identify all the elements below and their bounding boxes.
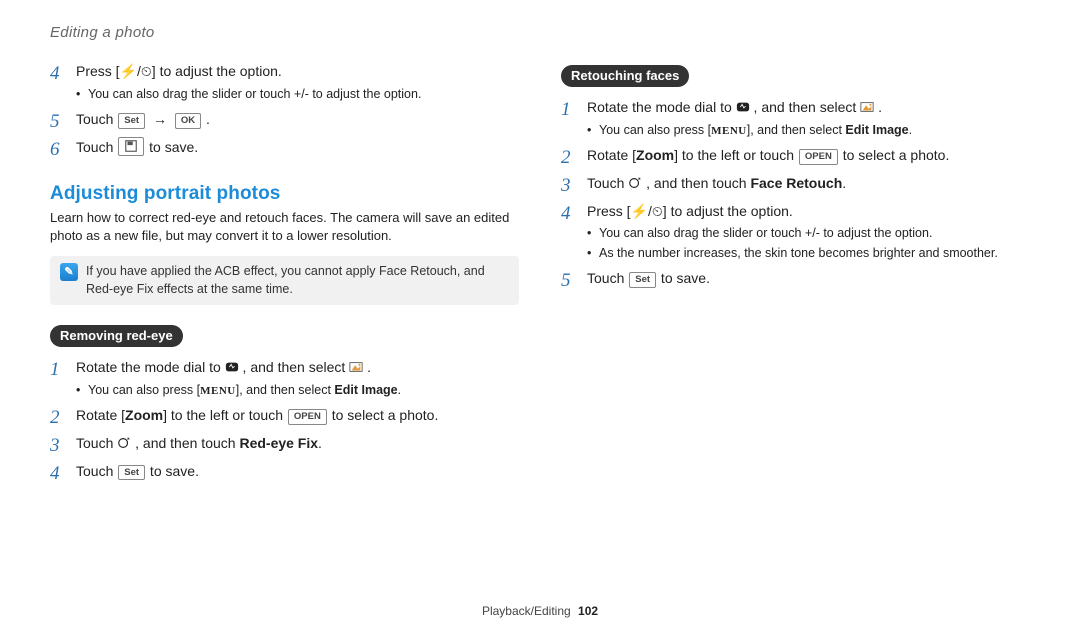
mode-dial-magic-icon [225, 360, 239, 374]
sub-text: You can also press [MENU], and then sele… [76, 382, 519, 400]
edit-image-icon [860, 100, 874, 114]
retouch-icon [628, 176, 642, 190]
sub-text: You can also drag the slider or touch +/… [587, 225, 1030, 243]
step-text: Press [⚡/⏲] to adjust the option. [76, 63, 282, 79]
open-button-icon: OPEN [799, 149, 838, 164]
step-post: . [206, 111, 210, 127]
sub-text: As the number increases, the skin tone b… [587, 245, 1030, 263]
ok-button-icon: OK [175, 113, 201, 128]
step: Touch , and then touch Face Retouch. [561, 173, 1030, 195]
section-heading: Adjusting portrait photos [50, 183, 519, 205]
step: Touch to save. [50, 137, 519, 159]
edit-image-icon [349, 360, 363, 374]
step: Press [⚡/⏲] to adjust the option. You ca… [50, 61, 519, 103]
set-button-icon: Set [118, 465, 145, 480]
set-button-icon: Set [629, 272, 656, 287]
step-pre: Touch [76, 111, 117, 127]
step: Rotate [Zoom] to the left or touch OPEN … [561, 145, 1030, 167]
step-pre: Touch [76, 139, 117, 155]
open-button-icon: OPEN [288, 409, 327, 424]
step: Rotate the mode dial to , and then selec… [561, 97, 1030, 139]
set-button-icon: Set [118, 113, 145, 128]
step-post: to save. [149, 139, 198, 155]
subsection-pill: Removing red-eye [50, 325, 183, 347]
step-pre: Rotate the mode dial to [76, 359, 225, 375]
step-text: Press [⚡/⏲] to adjust the option. [587, 203, 793, 219]
sub-text: You can also press [MENU], and then sele… [587, 122, 1030, 140]
section-intro: Learn how to correct red-eye and retouch… [50, 209, 519, 247]
note-box: ✎ If you have applied the ACB effect, yo… [50, 256, 519, 305]
note-icon: ✎ [60, 263, 78, 281]
step-post: . [367, 359, 371, 375]
page-header: Editing a photo [50, 24, 1030, 41]
step: Touch Set to save. [50, 461, 519, 483]
step: Touch Set to save. [561, 268, 1030, 290]
footer-section: Playback/Editing [482, 604, 571, 618]
step: Rotate the mode dial to , and then selec… [50, 357, 519, 399]
step: Touch , and then touch Red-eye Fix. [50, 433, 519, 455]
sub-text: You can also drag the slider or touch +/… [76, 86, 519, 104]
page: Editing a photo Press [⚡/⏲] to adjust th… [0, 0, 1080, 630]
menu-button-icon: MENU [711, 125, 747, 137]
page-number: 102 [578, 604, 598, 618]
arrow-icon: → [153, 111, 167, 127]
right-column: Retouching faces Rotate the mode dial to… [561, 61, 1030, 489]
footer: Playback/Editing 102 [0, 604, 1080, 618]
left-column: Press [⚡/⏲] to adjust the option. You ca… [50, 61, 519, 489]
step: Press [⚡/⏲] to adjust the option. You ca… [561, 201, 1030, 263]
step: Touch Set → OK . [50, 109, 519, 131]
subsection-pill: Retouching faces [561, 65, 689, 87]
mode-dial-magic-icon [736, 100, 750, 114]
save-button-icon [118, 137, 144, 156]
menu-button-icon: MENU [200, 385, 236, 397]
note-text: If you have applied the ACB effect, you … [86, 263, 509, 298]
step-mid: , and then select [243, 359, 350, 375]
retouch-icon [117, 436, 131, 450]
step: Rotate [Zoom] to the left or touch OPEN … [50, 405, 519, 427]
